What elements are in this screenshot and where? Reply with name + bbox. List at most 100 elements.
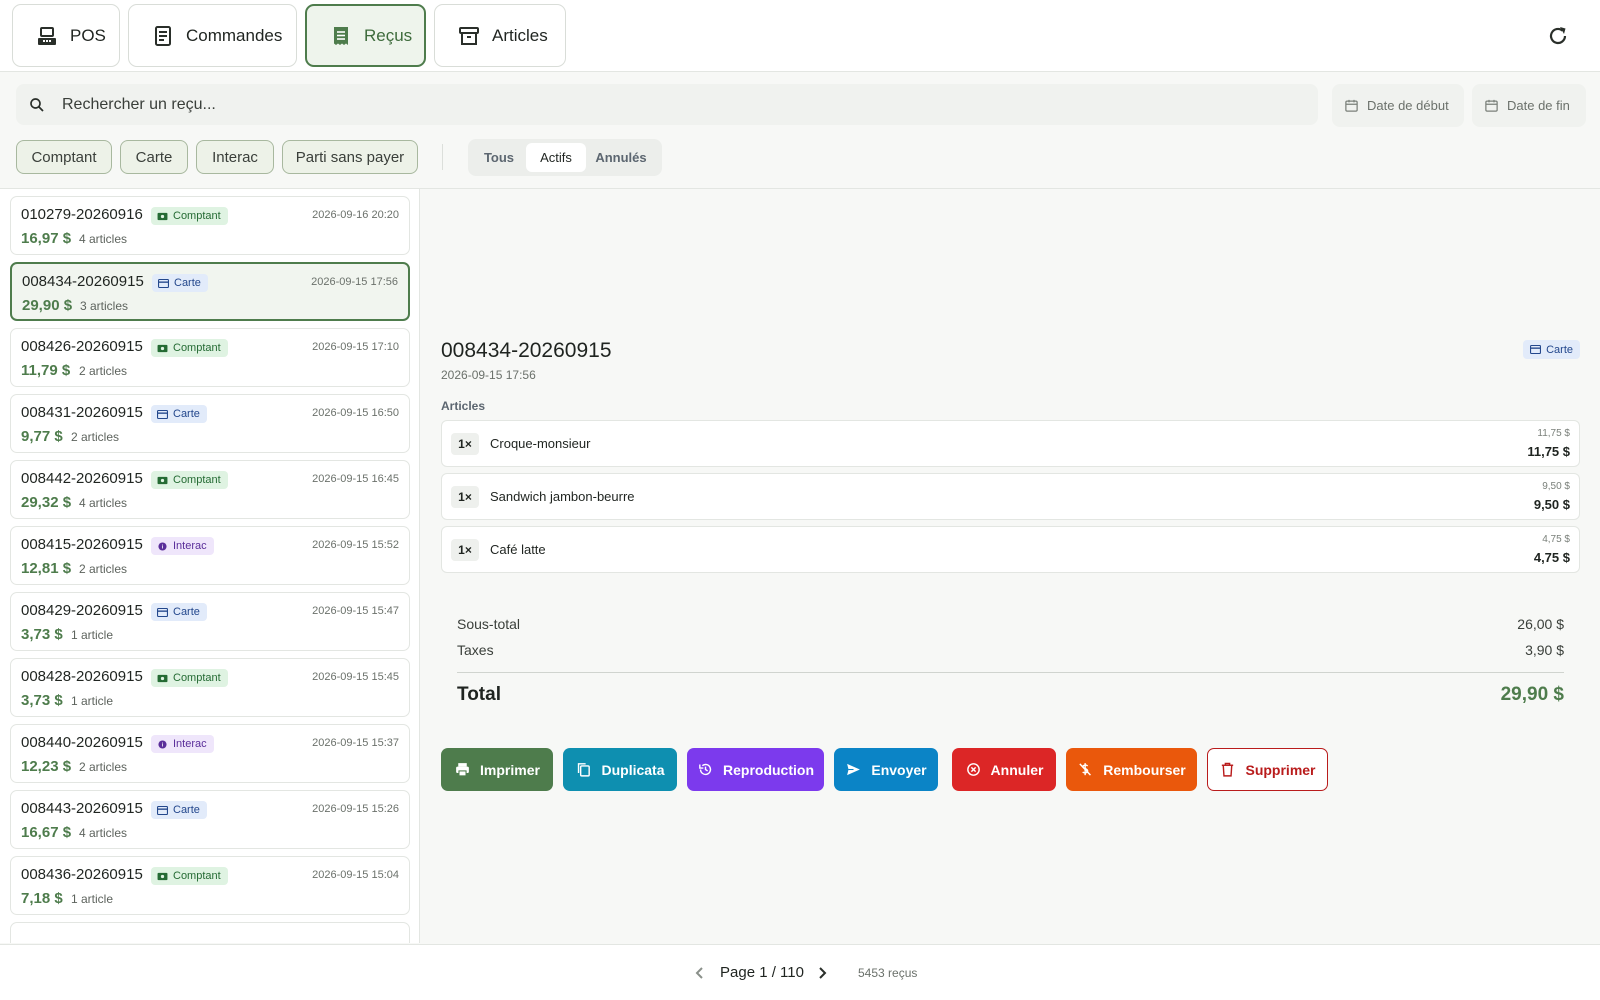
credit-card-icon (1530, 345, 1542, 354)
receipt-date: 2026-09-15 15:26 (312, 803, 399, 815)
receipt-id: 008429-20260915 (21, 602, 143, 619)
filter-chip-interac[interactable]: Interac (196, 140, 274, 174)
cancel-circle-icon (966, 763, 980, 776)
receipt-card[interactable]: 008434-20260915 Carte 2026-09-15 17:56 29,9… (10, 262, 410, 321)
tax-label: Taxes (457, 642, 494, 658)
search-bar (16, 84, 1318, 125)
cancel-button-label: Annuler (990, 761, 1044, 778)
receipt-list[interactable]: 010279-20260916 Comptant 2026-09-16 20:20 1… (0, 189, 420, 943)
receipt-amount: 12,23 $ (21, 758, 72, 775)
receipt-item-count: 2 articles (79, 760, 128, 774)
calendar-icon (1485, 99, 1498, 112)
chevron-right-icon[interactable] (814, 965, 830, 981)
receipt-card[interactable]: 008415-20260915 i Interac 2026-09-15 15:52 1… (10, 526, 410, 585)
item-total: 4,75 $ (1533, 550, 1570, 565)
payment-badge: i Interac (151, 537, 214, 555)
receipt-card[interactable]: 008431-20260915 Carte 2026-09-15 16:50 9,77… (10, 394, 410, 453)
receipt-item-count: 4 articles (79, 496, 128, 510)
total-value: 29,90 $ (1500, 684, 1564, 705)
subtotal-value: 26,00 $ (1517, 616, 1564, 632)
tab-recus[interactable]: Reçus (305, 4, 426, 67)
send-icon (847, 763, 861, 776)
receipt-amount: 16,67 $ (21, 824, 72, 841)
filter-chip-carte[interactable]: Carte (120, 140, 188, 174)
print-button-label: Imprimer (480, 761, 540, 778)
tab-pos[interactable]: POS (12, 4, 120, 67)
date-end-button[interactable]: Date de fin (1472, 84, 1586, 127)
refresh-icon[interactable] (1546, 24, 1570, 48)
cash-icon (157, 476, 168, 484)
payment-badge-label: Interac (173, 540, 207, 552)
receipt-id: 008442-20260915 (21, 470, 143, 487)
print-button[interactable]: Imprimer (441, 748, 553, 791)
receipt-card[interactable]: 010279-20260916 Comptant 2026-09-16 20:20 1… (10, 196, 410, 255)
receipt-item-count: 2 articles (79, 364, 128, 378)
payment-badge-label: Comptant (173, 342, 221, 354)
receipt-id: 008440-20260915 (21, 734, 143, 751)
line-item: 1× Croque-monsieur 11,75 $ 11,75 $ (441, 420, 1580, 467)
payment-method-label: Carte (1546, 343, 1573, 356)
receipt-date: 2026-09-15 17:56 (311, 276, 398, 288)
filter-chip-comptant[interactable]: Comptant (16, 140, 112, 174)
credit-card-icon (157, 805, 168, 815)
payment-badge-label: Carte (173, 606, 200, 618)
payment-badge-label: Comptant (173, 474, 221, 486)
item-total: 9,50 $ (1533, 497, 1570, 512)
receipt-card[interactable]: 008442-20260915 Comptant 2026-09-15 16:45 2… (10, 460, 410, 519)
search-input[interactable] (62, 95, 1262, 114)
credit-card-icon (157, 607, 168, 617)
duplicate-button-label: Duplicata (601, 761, 665, 778)
payment-badge: Carte (152, 274, 208, 292)
refund-button[interactable]: Rembourser (1066, 748, 1197, 791)
receipt-card[interactable]: 008443-20260915 Carte 2026-09-15 15:26 16,6… (10, 790, 410, 849)
status-annules[interactable]: Annulés (586, 143, 656, 172)
payment-badge-label: Carte (174, 277, 201, 289)
receipt-card[interactable]: 008428-20260915 Comptant 2026-09-15 15:45 3… (10, 658, 410, 717)
date-end-label: Date de fin (1507, 98, 1570, 113)
cash-icon (157, 674, 168, 682)
item-unit-price: 9,50 $ (1542, 481, 1570, 492)
receipt-card[interactable] (10, 922, 410, 943)
archive-box-icon (459, 26, 479, 45)
receipt-amount: 29,90 $ (22, 297, 73, 314)
status-actifs[interactable]: Actifs (526, 143, 586, 172)
receipt-id: 008415-20260915 (21, 536, 143, 553)
receipt-card[interactable]: 008440-20260915 i Interac 2026-09-15 15:37 1… (10, 724, 410, 783)
receipt-count: 5453 reçus (858, 966, 918, 980)
cancel-button[interactable]: Annuler (952, 748, 1056, 791)
reproduction-button[interactable]: Reproduction (687, 748, 824, 791)
filter-chip-parti-sans-payer[interactable]: Parti sans payer (282, 140, 418, 174)
pagination-bar: Page 1 / 110 5453 reçus (0, 944, 1600, 1000)
duplicate-button[interactable]: Duplicata (563, 748, 677, 791)
receipt-card[interactable]: 008429-20260915 Carte 2026-09-15 15:47 3,73… (10, 592, 410, 651)
delete-button[interactable]: Supprimer (1207, 748, 1328, 791)
item-name: Croque-monsieur (490, 436, 591, 451)
send-button[interactable]: Envoyer (834, 748, 938, 791)
payment-badge: Carte (151, 801, 207, 819)
receipt-id-title: 008434-20260915 (441, 339, 612, 362)
receipt-card[interactable]: 008426-20260915 Comptant 2026-09-15 17:10 1… (10, 328, 410, 387)
tab-articles[interactable]: Articles (434, 4, 566, 67)
status-tous[interactable]: Tous (472, 143, 526, 172)
status-segmented-control: Tous Actifs Annulés (468, 139, 662, 176)
payment-badge: Carte (151, 603, 207, 621)
payment-badge: Comptant (151, 207, 228, 225)
receipt-card[interactable]: 008436-20260915 Comptant 2026-09-15 15:04 7… (10, 856, 410, 915)
receipt-icon (334, 26, 348, 45)
item-name: Café latte (490, 542, 546, 557)
line-item: 1× Sandwich jambon-beurre 9,50 $ 9,50 $ (441, 473, 1580, 520)
payment-badge-label: Carte (173, 804, 200, 816)
receipt-id: 008428-20260915 (21, 668, 143, 685)
credit-card-icon (157, 409, 168, 419)
items-section-label: Articles (441, 399, 486, 413)
tab-commandes[interactable]: Commandes (128, 4, 297, 67)
page-indicator: Page 1 / 110 (720, 964, 804, 981)
trash-icon (1222, 762, 1234, 777)
tax-value: 3,90 $ (1525, 642, 1564, 658)
payment-badge: Comptant (151, 339, 228, 357)
item-total: 11,75 $ (1527, 444, 1570, 459)
cash-register-icon (38, 26, 56, 45)
tab-commandes-label: Commandes (186, 25, 283, 45)
chevron-left-icon[interactable] (692, 965, 708, 981)
date-start-button[interactable]: Date de début (1332, 84, 1464, 127)
